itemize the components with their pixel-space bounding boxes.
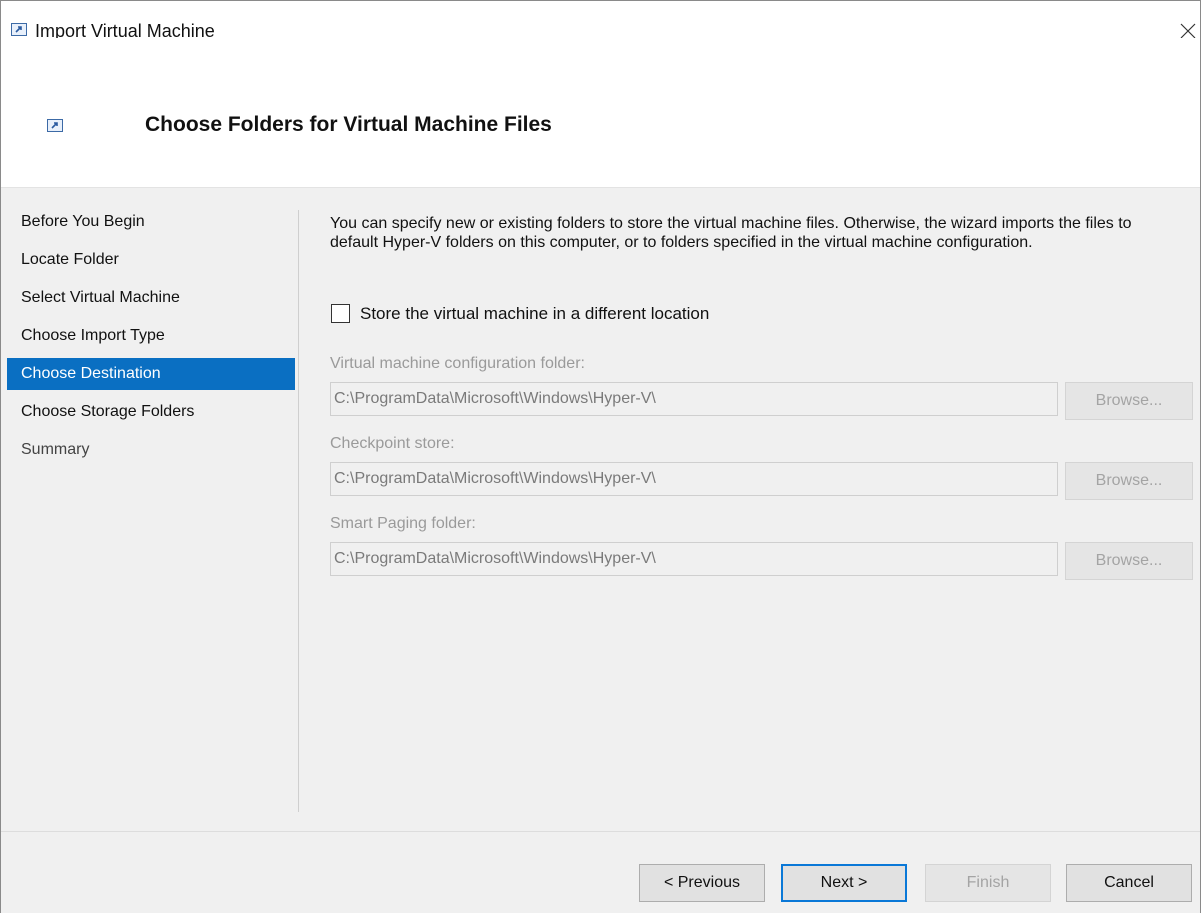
step-summary: Summary bbox=[21, 441, 90, 458]
step-locate-folder[interactable]: Locate Folder bbox=[7, 244, 295, 276]
different-location-checkbox[interactable] bbox=[331, 304, 350, 323]
wizard-footer: < Previous Next > Finish Cancel bbox=[1, 831, 1200, 913]
wizard-body: Before You Begin Locate Folder Select Vi… bbox=[1, 188, 1200, 831]
step-choose-destination[interactable]: Choose Destination bbox=[7, 358, 295, 390]
description-text: You can specify new or existing folders … bbox=[330, 215, 1132, 251]
checkpoint-store-label: Checkpoint store: bbox=[330, 435, 455, 452]
next-button[interactable]: Next > bbox=[781, 864, 907, 902]
finish-button: Finish bbox=[925, 864, 1051, 902]
checkpoint-store-input: C:\ProgramData\Microsoft\Windows\Hyper-V… bbox=[330, 462, 1058, 496]
smart-paging-label: Smart Paging folder: bbox=[330, 515, 476, 532]
previous-button[interactable]: < Previous bbox=[639, 864, 765, 902]
destination-panel: You can specify new or existing folders … bbox=[330, 214, 1193, 580]
page-title: Choose Folders for Virtual Machine Files bbox=[145, 113, 552, 136]
config-folder-browse-button: Browse... bbox=[1065, 382, 1193, 420]
title-bar: Import Virtual Machine bbox=[1, 1, 1200, 41]
step-choose-import-type[interactable]: Choose Import Type bbox=[7, 320, 295, 352]
different-location-checkbox-row[interactable]: Store the virtual machine in a different… bbox=[330, 304, 930, 328]
header-import-vm-icon bbox=[47, 119, 63, 132]
nav-divider bbox=[298, 210, 299, 812]
step-before-you-begin[interactable]: Before You Begin bbox=[7, 206, 295, 238]
step-select-virtual-machine[interactable]: Select Virtual Machine bbox=[7, 282, 295, 314]
smart-paging-browse-button: Browse... bbox=[1065, 542, 1193, 580]
checkpoint-store-browse-button: Browse... bbox=[1065, 462, 1193, 500]
wizard-header: Choose Folders for Virtual Machine Files bbox=[1, 38, 1200, 188]
close-icon bbox=[1180, 23, 1196, 39]
config-folder-input: C:\ProgramData\Microsoft\Windows\Hyper-V… bbox=[330, 382, 1058, 416]
config-folder-label: Virtual machine configuration folder: bbox=[330, 355, 585, 372]
step-choose-storage-folders[interactable]: Choose Storage Folders bbox=[7, 396, 295, 428]
different-location-label[interactable]: Store the virtual machine in a different… bbox=[360, 304, 709, 324]
cancel-button[interactable]: Cancel bbox=[1066, 864, 1192, 902]
wizard-window: Import Virtual Machine Choose Folders fo… bbox=[0, 0, 1201, 913]
import-vm-icon bbox=[11, 23, 27, 36]
wizard-steps-nav: Before You Begin Locate Folder Select Vi… bbox=[7, 212, 295, 478]
smart-paging-input: C:\ProgramData\Microsoft\Windows\Hyper-V… bbox=[330, 542, 1058, 576]
